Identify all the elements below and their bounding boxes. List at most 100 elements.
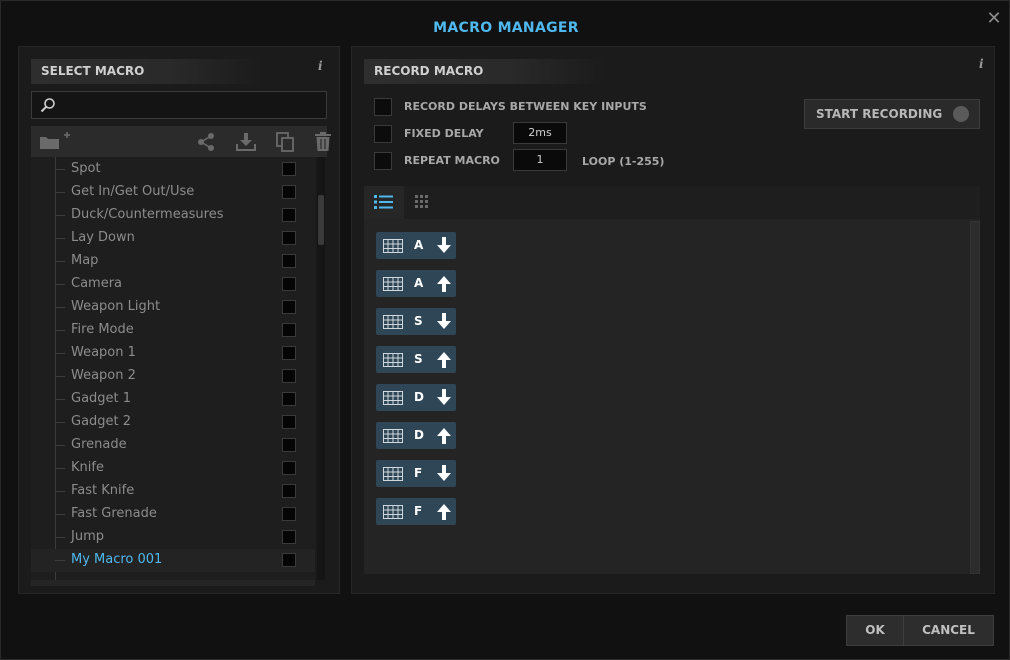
macro-list-item[interactable]: Weapon 2	[31, 365, 315, 388]
macro-list-item[interactable]: Gadget 2	[31, 411, 315, 434]
macro-item-label: Weapon Light	[71, 299, 161, 314]
macro-list-item[interactable]: Weapon Light	[31, 296, 315, 319]
macro-item-checkbox[interactable]	[282, 369, 296, 383]
macro-item-checkbox[interactable]	[282, 162, 296, 176]
scrollbar-thumb[interactable]	[318, 195, 324, 245]
record-delays-checkbox[interactable]	[374, 98, 392, 116]
repeat-count-input[interactable]: 1	[513, 149, 567, 171]
macro-list-scrollbar[interactable]	[317, 157, 325, 580]
copy-icon[interactable]	[275, 132, 295, 152]
macro-item-checkbox[interactable]	[282, 185, 296, 199]
macro-item-label: Gadget 2	[71, 414, 132, 429]
macro-item-checkbox[interactable]	[282, 415, 296, 429]
macro-item-checkbox[interactable]	[282, 346, 296, 360]
macro-list-item[interactable]: Jump	[31, 526, 315, 549]
macro-event-item[interactable]: A	[376, 232, 456, 259]
close-icon[interactable]: ✕	[984, 9, 1004, 29]
macro-item-label: Fire Mode	[71, 322, 134, 337]
macro-event-item[interactable]: F	[376, 498, 456, 525]
macro-list-item[interactable]: Grenade	[31, 434, 315, 457]
record-indicator-icon	[953, 106, 969, 122]
arrow-down-icon	[436, 389, 452, 410]
fixed-delay-input[interactable]: 2ms	[513, 122, 567, 144]
event-key-label: A	[414, 276, 424, 290]
arrow-up-icon	[436, 427, 452, 448]
info-icon[interactable]: i	[979, 58, 989, 70]
fixed-delay-label: FIXED DELAY	[404, 127, 484, 140]
arrow-down-icon	[436, 313, 452, 334]
macro-list-item[interactable]: Gadget 1	[31, 388, 315, 411]
macro-events-panel: A A S S D D F F	[364, 186, 980, 574]
start-recording-label: START RECORDING	[816, 107, 943, 121]
search-icon	[40, 98, 55, 113]
keyboard-icon	[383, 352, 403, 371]
macro-item-checkbox[interactable]	[282, 438, 296, 452]
macro-item-label: Map	[71, 253, 99, 268]
select-macro-header: SELECT MACRO	[31, 59, 261, 84]
macro-item-checkbox[interactable]	[282, 231, 296, 245]
window-title: MACRO MANAGER	[433, 20, 579, 36]
macro-item-label: Get In/Get Out/Use	[71, 184, 195, 199]
macro-event-item[interactable]: A	[376, 270, 456, 297]
macro-item-checkbox[interactable]	[282, 553, 296, 567]
event-key-label: S	[414, 314, 423, 328]
arrow-up-icon	[436, 503, 452, 524]
tab-grid-view[interactable]	[404, 186, 444, 219]
macro-item-checkbox[interactable]	[282, 392, 296, 406]
macro-item-checkbox[interactable]	[282, 484, 296, 498]
macro-item-label: Grenade	[71, 437, 127, 452]
tab-list-view[interactable]	[364, 186, 404, 219]
macro-list-item[interactable]: Spot	[31, 158, 315, 181]
macro-list-item[interactable]: Fast Knife	[31, 480, 315, 503]
macro-item-checkbox[interactable]	[282, 461, 296, 475]
macro-list-item[interactable]: Lay Down	[31, 227, 315, 250]
record-macro-header: RECORD MACRO	[364, 59, 604, 84]
delete-icon[interactable]	[313, 132, 333, 152]
tree-connector	[55, 192, 65, 193]
ok-button[interactable]: OK	[846, 615, 904, 646]
macro-search-input[interactable]	[62, 95, 321, 115]
macro-list-item[interactable]: Duck/Countermeasures	[31, 204, 315, 227]
macro-list-item[interactable]: Knife	[31, 457, 315, 480]
macro-item-checkbox[interactable]	[282, 530, 296, 544]
macro-item-checkbox[interactable]	[282, 254, 296, 268]
macro-event-item[interactable]: D	[376, 384, 456, 411]
loop-range-label: LOOP (1-255)	[582, 155, 665, 168]
macro-event-item[interactable]: S	[376, 308, 456, 335]
new-folder-icon[interactable]	[39, 132, 73, 152]
share-icon[interactable]	[196, 132, 216, 152]
macro-item-checkbox[interactable]	[282, 323, 296, 337]
macro-event-item[interactable]: F	[376, 460, 456, 487]
macro-list-item[interactable]: Fire Mode	[31, 319, 315, 342]
macro-event-item[interactable]: S	[376, 346, 456, 373]
arrow-up-icon	[436, 351, 452, 372]
tree-connector	[55, 537, 65, 538]
macro-list-item[interactable]: Weapon 1	[31, 342, 315, 365]
macro-item-checkbox[interactable]	[282, 300, 296, 314]
macro-item-label: Spot	[71, 161, 101, 176]
macro-event-item[interactable]: D	[376, 422, 456, 449]
fixed-delay-checkbox[interactable]	[374, 125, 392, 143]
macro-list-item[interactable]: Map	[31, 250, 315, 273]
macro-item-label: Lay Down	[71, 230, 135, 245]
macro-item-checkbox[interactable]	[282, 507, 296, 521]
macro-tree-list: Spot Get In/Get Out/Use Duck/Countermeasur…	[31, 157, 315, 580]
macro-list-item[interactable]: Get In/Get Out/Use	[31, 181, 315, 204]
events-view-tabs	[364, 186, 980, 219]
info-icon[interactable]: i	[318, 60, 328, 72]
macro-search-box[interactable]	[31, 91, 327, 119]
macro-list-item[interactable]: My Macro 001	[31, 549, 315, 572]
repeat-macro-checkbox[interactable]	[374, 152, 392, 170]
macro-item-label: Jump	[71, 529, 104, 544]
macro-item-label: Duck/Countermeasures	[71, 207, 224, 222]
start-recording-button[interactable]: START RECORDING	[804, 99, 980, 129]
tree-connector	[55, 560, 65, 561]
macro-list-item[interactable]: Fast Grenade	[31, 503, 315, 526]
cancel-button[interactable]: CANCEL	[903, 615, 994, 646]
macro-item-checkbox[interactable]	[282, 208, 296, 222]
macro-item-checkbox[interactable]	[282, 277, 296, 291]
macro-list-item[interactable]: Camera	[31, 273, 315, 296]
keyboard-icon	[383, 504, 403, 523]
download-icon[interactable]	[236, 132, 256, 152]
events-scrollbar[interactable]	[970, 221, 980, 574]
